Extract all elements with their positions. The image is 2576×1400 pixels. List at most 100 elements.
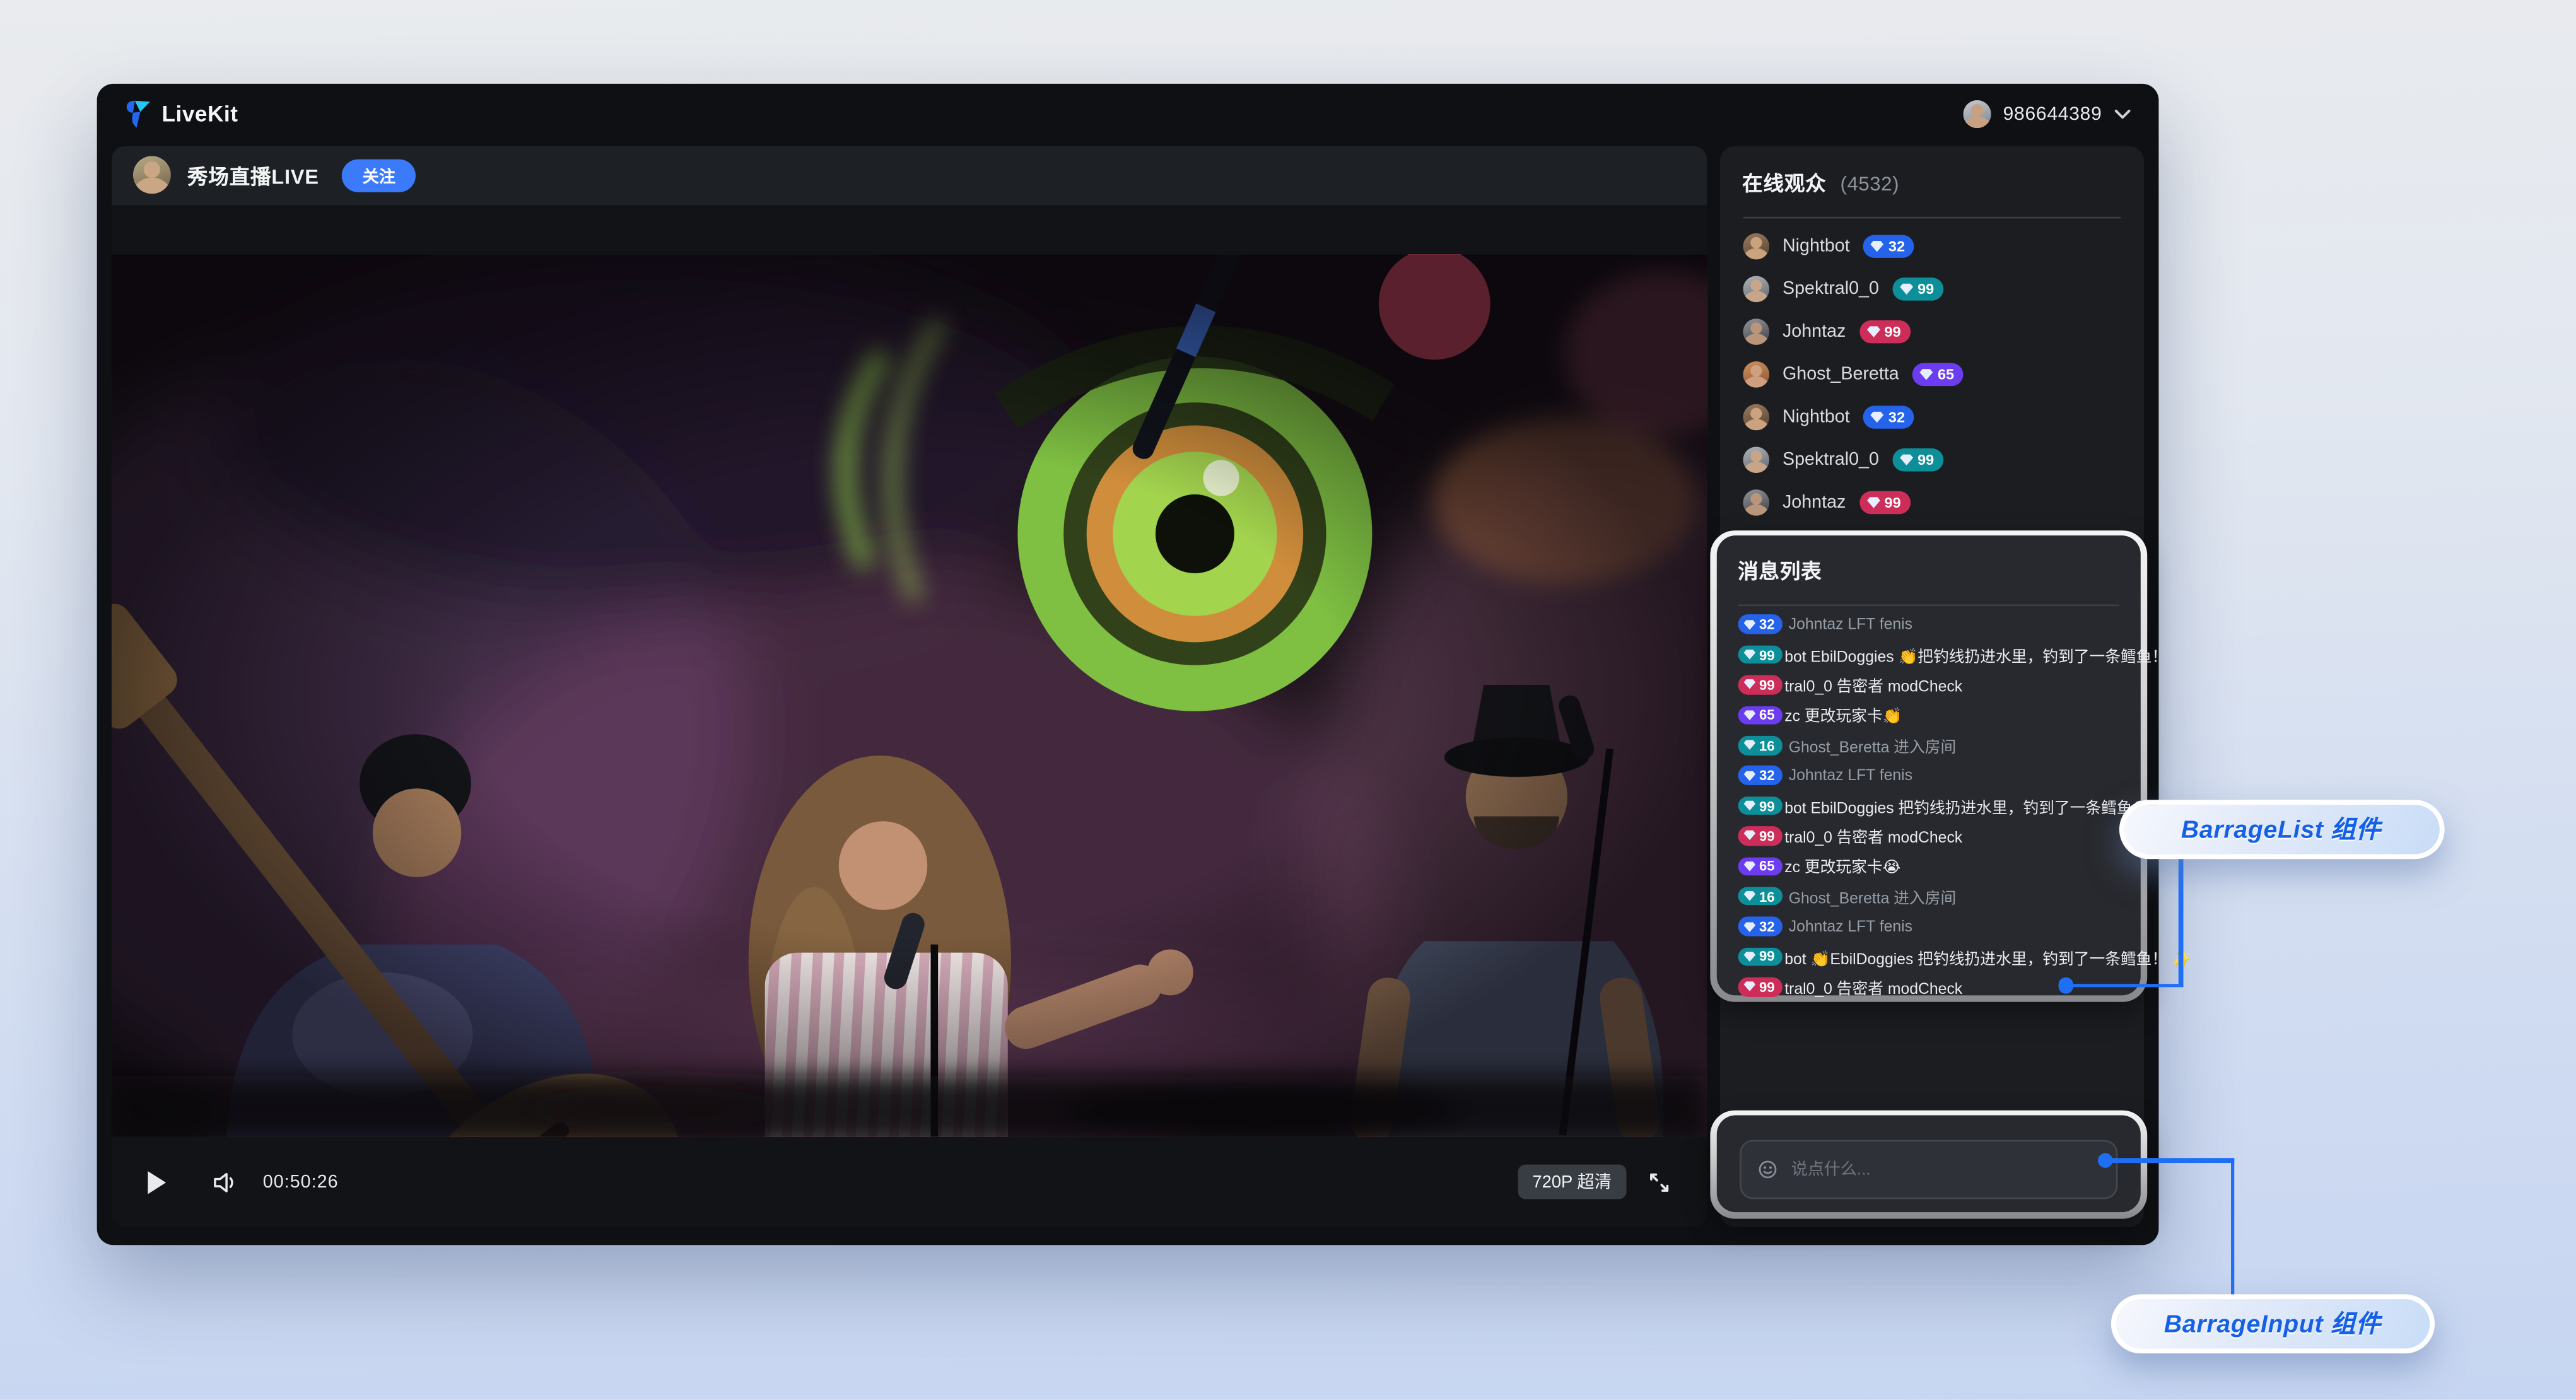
level-badge: 65 [1912, 363, 1964, 385]
message-text: Johntaz LFT fenis [1789, 918, 1912, 936]
message-row: 65 zc 更改玩家卡👏 [1738, 706, 2119, 725]
level-number: 16 [1759, 888, 1775, 904]
message-text: bot EbilDoggies 把钓线扔进水里，钓到了一条鳕鱼😊 [1784, 794, 2148, 817]
message-row: 99bot EbilDoggies 👏把钓线扔进水里，钓到了一条鳕鱼！ [1738, 645, 2119, 665]
diamond-icon [1743, 800, 1756, 812]
viewer-avatar [1742, 276, 1769, 303]
message-text: bot EbilDoggies 👏把钓线扔进水里，钓到了一条鳕鱼！ [1784, 643, 2167, 666]
diamond-icon [1743, 709, 1756, 721]
viewer-row[interactable]: Johntaz99 [1742, 318, 2121, 346]
message-row: 32Johntaz LFT fenis [1738, 615, 2119, 634]
diamond-icon [1743, 890, 1756, 902]
barrage-input-connector-vline [2230, 1158, 2234, 1297]
level-badge: 99 [1892, 449, 1943, 471]
brand: LiveKit [124, 100, 238, 128]
level-number: 99 [1759, 798, 1775, 814]
viewer-avatar [1742, 361, 1769, 388]
diamond-icon [1919, 368, 1933, 381]
level-badge: 16 [1738, 887, 1782, 906]
follow-button[interactable]: 关注 [342, 160, 416, 192]
message-text: Johntaz LFT fenis [1789, 766, 1912, 785]
level-number: 99 [1917, 452, 1934, 468]
level-number: 99 [1917, 281, 1934, 297]
level-number: 32 [1759, 767, 1775, 784]
video-stream[interactable] [112, 255, 1707, 1137]
viewer-row[interactable]: Nightbot32 [1742, 233, 2121, 260]
expand-icon [1648, 1170, 1670, 1193]
viewer-row[interactable]: Johntaz99 [1742, 489, 2121, 516]
message-text: tral0_0 告密者 modCheck [1784, 674, 1962, 696]
level-number: 99 [1759, 677, 1775, 693]
viewer-row[interactable]: Spektral0_0 99 [1742, 275, 2121, 303]
viewer-name: Nightbot [1783, 407, 1850, 427]
barrage-input-annotation: BarrageInput 组件 [2111, 1293, 2434, 1353]
level-badge: 16 [1738, 736, 1782, 755]
play-button[interactable] [148, 1169, 170, 1195]
viewers-count: (4532) [1841, 172, 1899, 194]
viewer-row[interactable]: Spektral0_099 [1742, 446, 2121, 474]
volume-button[interactable] [212, 1170, 238, 1193]
speaker-icon [212, 1170, 238, 1193]
level-number: 32 [1759, 616, 1775, 633]
barrage-input-inner [1716, 1116, 2141, 1211]
diamond-icon [1899, 453, 1913, 467]
level-badge: 32 [1738, 917, 1782, 936]
message-row: 32 Johntaz LFT fenis [1738, 917, 2119, 936]
level-badge: 99 [1738, 977, 1782, 996]
message-row: 32 Johntaz LFT fenis [1738, 766, 2119, 785]
barrage-list-anchor-dot [2058, 978, 2073, 993]
viewer-avatar [1742, 489, 1769, 516]
message-row: 99 tral0_0 告密者 modCheck [1738, 675, 2119, 695]
barrage-list-panel: 消息列表 32Johntaz LFT fenis99bot EbilDoggie… [1710, 530, 2147, 1002]
quality-button[interactable]: 720P 超清 [1518, 1164, 1627, 1199]
level-number: 99 [1885, 324, 1901, 340]
level-badge: 99 [1859, 321, 1910, 343]
viewer-name: Nightbot [1783, 236, 1850, 256]
level-number: 99 [1759, 979, 1775, 995]
level-badge: 99 [1859, 491, 1910, 513]
diamond-icon [1743, 770, 1756, 781]
message-row: 99tral0_0 告密者 modCheck [1738, 826, 2119, 846]
user-avatar [1964, 100, 1991, 128]
stream-header: 秀场直播LIVE 关注 [112, 146, 1707, 206]
video-frame-art [112, 255, 1707, 1137]
diamond-icon [1870, 240, 1884, 253]
viewer-row[interactable]: Ghost_Beretta65 [1742, 361, 2121, 388]
viewer-name: Spektral0_0 [1783, 279, 1879, 299]
play-icon [148, 1170, 166, 1193]
level-badge: 32 [1738, 766, 1782, 785]
level-number: 99 [1885, 494, 1901, 511]
message-text: zc 更改玩家卡👏 [1784, 704, 1902, 726]
barrage-input-annotation-label: BarrageInput 组件 [2164, 1306, 2381, 1341]
user-id: 986644389 [2003, 104, 2102, 124]
level-number: 32 [1759, 918, 1775, 935]
level-badge: 99 [1738, 796, 1782, 815]
level-number: 65 [1759, 707, 1775, 723]
barrage-list-annotation-label: BarrageList 组件 [2181, 812, 2381, 846]
barrage-list-connector-vline [2179, 854, 2182, 985]
message-text: zc 更改玩家卡😭 [1784, 855, 1900, 877]
viewer-avatar [1742, 404, 1769, 431]
message-list: 32 Johntaz LFT fenis 99bot EbilDoggies 👏把钓… [1738, 615, 2119, 997]
user-menu[interactable]: 986644389 [1964, 100, 2130, 128]
message-text: bot 👏EbilDoggies 把钓线扔进水里，钓到了一条鳕鱼！ ✨ [1784, 945, 2191, 968]
player-card: 秀场直播LIVE 关注 [112, 146, 1707, 1227]
barrage-list-connector-hline [2065, 984, 2182, 988]
diamond-icon [1743, 679, 1756, 691]
diamond-icon [1743, 740, 1756, 751]
message-text: Ghost_Beretta 进入房间 [1789, 885, 1956, 907]
viewer-avatar [1742, 446, 1769, 474]
viewer-list: Nightbot32Spektral0_099Johntaz99Ghost_Be… [1742, 233, 2121, 517]
message-row: 65 zc 更改玩家卡😭 [1738, 856, 2119, 876]
message-text: tral0_0 告密者 modCheck [1784, 824, 1962, 847]
message-input[interactable] [1740, 1140, 2117, 1199]
fullscreen-button[interactable] [1648, 1170, 1670, 1193]
messages-title: 消息列表 [1738, 561, 1822, 583]
level-number: 65 [1759, 858, 1775, 874]
level-number: 99 [1759, 646, 1775, 663]
viewer-row[interactable]: Nightbot32 [1742, 403, 2121, 431]
page: LiveKit 986644389 秀场直播LIVE 关注 [0, 0, 2576, 1400]
chat-text-field[interactable] [1788, 1159, 2099, 1181]
viewer-avatar [1742, 318, 1769, 346]
level-badge: 32 [1738, 615, 1782, 634]
